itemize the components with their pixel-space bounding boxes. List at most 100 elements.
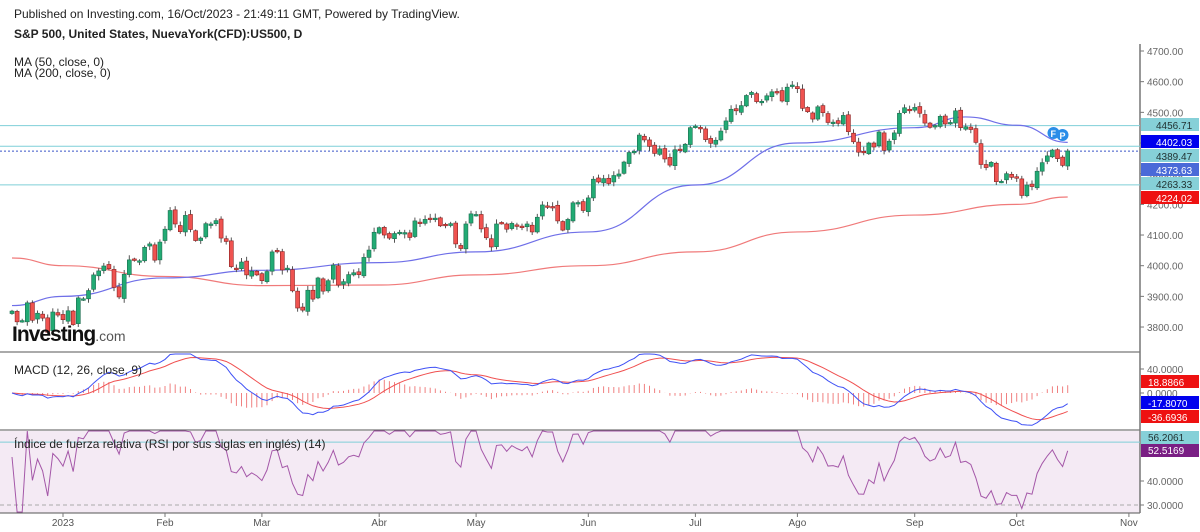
candle-up [575, 202, 581, 205]
candle-down [698, 127, 703, 130]
candle-down [529, 224, 535, 233]
candle-down [733, 108, 739, 112]
y-tick-label: 4500.00 [1147, 108, 1184, 119]
candle-down [254, 270, 260, 276]
y-tick-label: 3800.00 [1147, 323, 1184, 334]
candle-up [953, 110, 958, 124]
candle-down [871, 142, 877, 148]
candle-up [1050, 149, 1055, 158]
candle-up [672, 149, 678, 167]
candle-up [840, 115, 846, 125]
candle-down [652, 144, 657, 154]
candle-down [188, 214, 193, 230]
candle-up [718, 130, 724, 141]
candle-up [891, 132, 897, 140]
candle-up [876, 131, 882, 147]
candle-up [9, 310, 15, 314]
candle-down [835, 120, 841, 124]
candle-up [636, 134, 642, 151]
candle-up [611, 175, 617, 183]
candle-up [96, 270, 101, 277]
candle-up [621, 161, 627, 174]
candle-down [279, 251, 285, 271]
candle-up [932, 125, 938, 128]
price-label-text: 4402.03 [1156, 138, 1193, 149]
candle-down [489, 238, 494, 248]
candle-down [223, 238, 229, 242]
candle-up [330, 264, 336, 280]
candle-down [662, 148, 668, 160]
candle-up [402, 232, 408, 235]
candle-up [897, 112, 902, 134]
candle-up [432, 217, 438, 220]
candle-down [336, 265, 341, 286]
candle-up [147, 243, 152, 247]
candle-down [861, 150, 867, 154]
candle-up [24, 302, 30, 323]
candle-down [106, 264, 112, 270]
candle-down [1029, 183, 1035, 187]
marker-label: F [1051, 129, 1057, 139]
rsi-tick-label: 30.0000 [1147, 501, 1184, 512]
candle-up [315, 277, 321, 299]
candle-up [601, 178, 606, 184]
candle-down [116, 286, 122, 298]
candle-down [973, 128, 979, 143]
candle-up [963, 126, 969, 130]
candle-down [703, 128, 708, 140]
candle-down [1019, 178, 1025, 196]
candle-down [708, 138, 714, 144]
candle-down [259, 273, 265, 282]
x-tick-label: Sep [906, 518, 924, 529]
candle-down [132, 258, 137, 261]
candle-up [815, 106, 821, 120]
candle-up [728, 108, 734, 122]
candle-down [519, 225, 525, 228]
candle-down [922, 114, 928, 124]
candle-up [366, 249, 372, 258]
candle-up [121, 273, 127, 299]
x-tick-label: Oct [1009, 518, 1025, 529]
candle-up [142, 246, 147, 262]
candle-up [631, 150, 637, 154]
candle-up [81, 298, 86, 301]
candle-up [198, 237, 203, 241]
candle-up [693, 125, 698, 128]
candle-up [509, 223, 515, 229]
macd-value-text: -17.8070 [1148, 399, 1188, 410]
candle-up [346, 274, 351, 284]
candle-down [193, 230, 198, 241]
candle-up [1065, 150, 1070, 167]
chart-svg: 4700.004600.004500.004400.004300.004200.… [0, 44, 1199, 529]
candle-down [55, 312, 61, 316]
candle-up [208, 223, 214, 226]
candle-down [856, 141, 861, 153]
macd-tick-label: 40.0000 [1147, 365, 1184, 376]
candle-down [172, 209, 178, 225]
candle-down [152, 244, 158, 261]
candle-up [376, 227, 382, 234]
x-tick-label: Jul [689, 518, 702, 529]
candle-up [591, 178, 596, 199]
candle-down [244, 260, 249, 276]
macd-value-text: 18.8866 [1148, 378, 1185, 389]
candle-up [789, 84, 795, 87]
candle-down [968, 126, 974, 130]
rsi-value-text: 52.5169 [1148, 446, 1185, 457]
candle-up [749, 92, 754, 95]
candle-up [570, 202, 576, 222]
candle-up [759, 100, 765, 104]
candle-down [810, 112, 816, 120]
candle-up [1024, 184, 1030, 197]
candles [9, 81, 1070, 335]
candle-up [912, 107, 918, 111]
candle-up [1034, 170, 1040, 189]
y-tick-label: 4600.00 [1147, 78, 1184, 89]
candle-up [540, 204, 545, 217]
candle-down [111, 269, 117, 288]
candle-down [978, 143, 984, 165]
candle-up [744, 95, 749, 107]
candle-down [881, 132, 887, 151]
candle-down [642, 135, 647, 141]
candle-up [341, 281, 346, 285]
